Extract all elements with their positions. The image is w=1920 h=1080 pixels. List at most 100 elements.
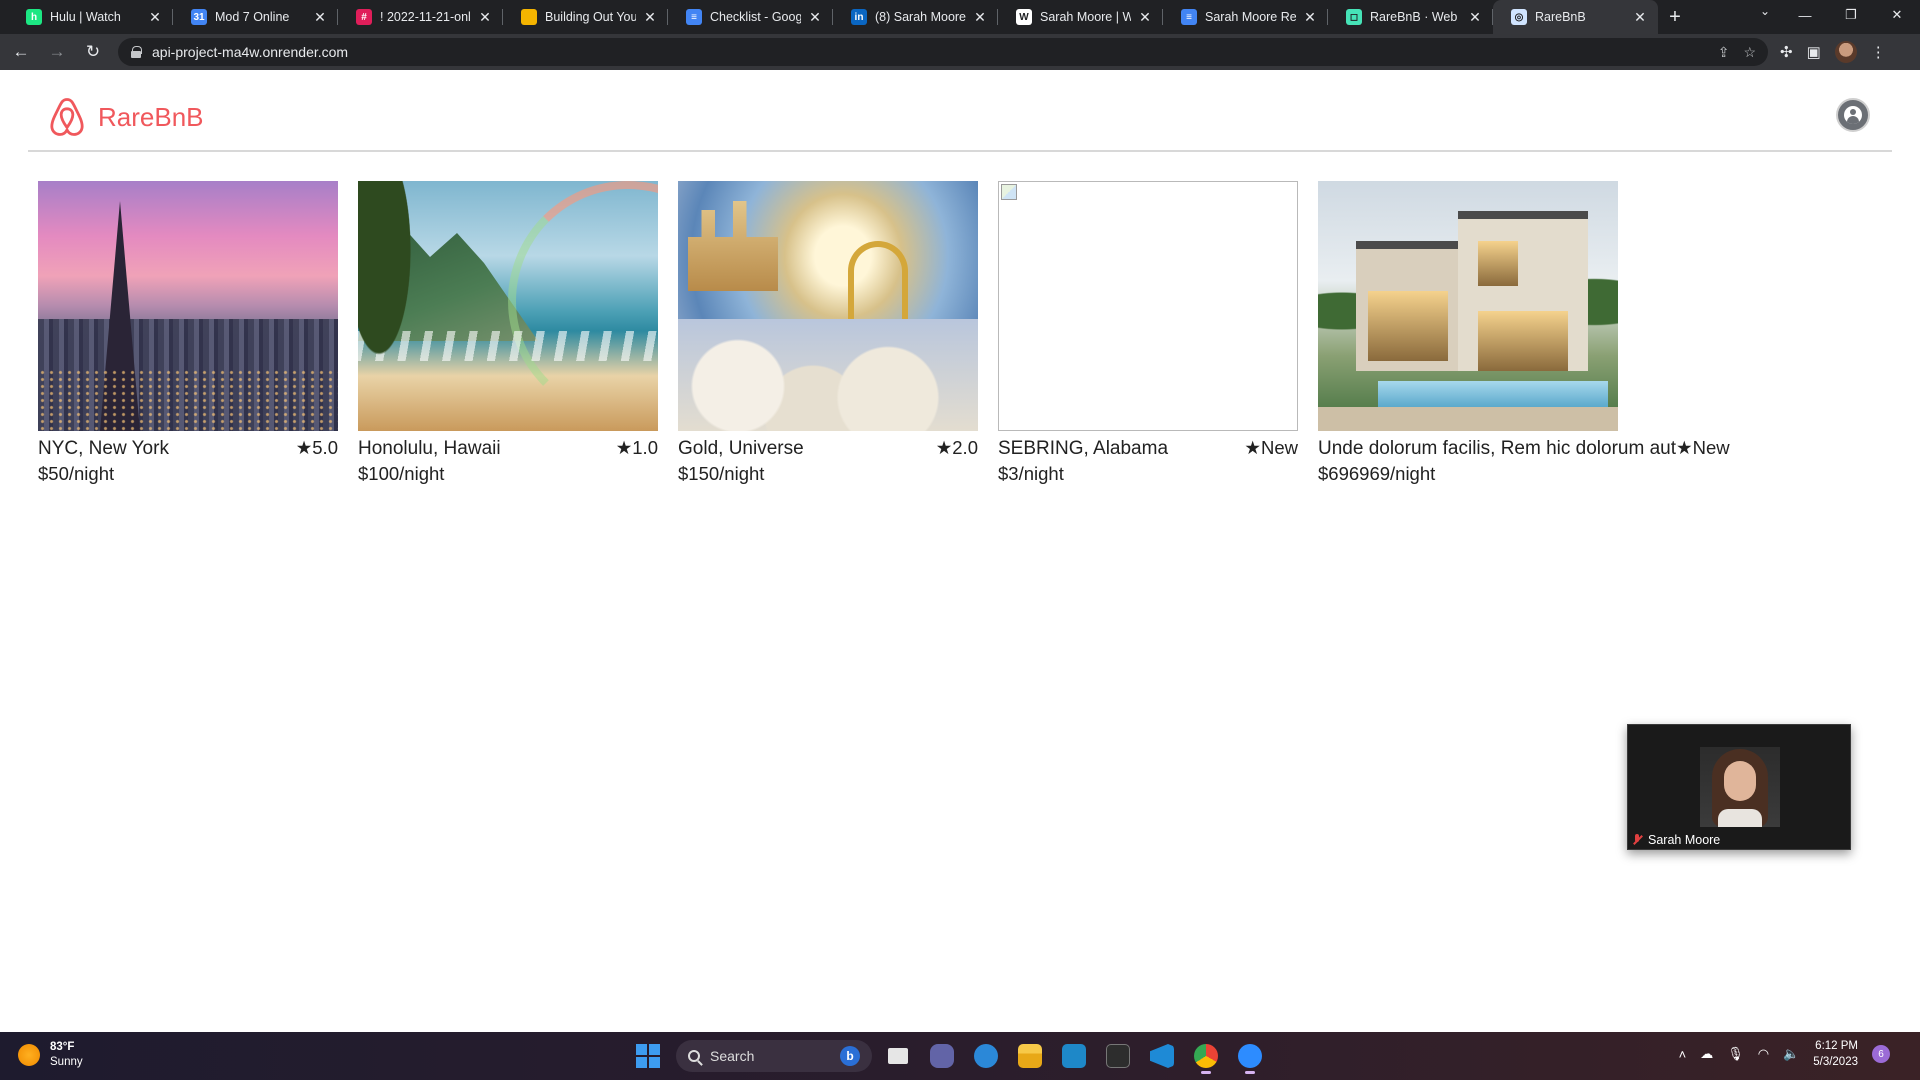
close-tab-icon[interactable]: ✕ <box>972 9 988 25</box>
listing-card[interactable]: NYC, New York ★5.0 $50/night <box>38 181 338 485</box>
slides-icon <box>521 9 537 25</box>
task-view-icon[interactable] <box>880 1038 916 1074</box>
listing-image[interactable] <box>38 181 338 431</box>
address-bar[interactable]: api-project-ma4w.onrender.com ⇪ ☆ <box>118 38 1768 66</box>
browser-tab-title: Sarah Moore Resu <box>1205 10 1296 24</box>
tab-search-icon[interactable]: ⌄ <box>1760 4 1770 18</box>
close-tab-icon[interactable]: ✕ <box>477 9 493 25</box>
browser-tab-title: Sarah Moore | Wel <box>1040 10 1131 24</box>
restore-icon[interactable]: ❐ <box>1828 0 1874 30</box>
browser-tab-title: RareBnB <box>1535 10 1586 24</box>
terminal-icon[interactable] <box>1100 1038 1136 1074</box>
volume-icon[interactable]: 🔈 <box>1783 1046 1799 1062</box>
taskbar-search[interactable]: Search b <box>676 1040 872 1072</box>
participant-name: Sarah Moore <box>1648 833 1721 847</box>
close-tab-icon[interactable]: ✕ <box>1467 9 1483 25</box>
browser-tab-title: Building Out Your <box>545 10 636 24</box>
browser-tab-title: Mod 7 Online <box>215 10 290 24</box>
weather-widget[interactable]: 83°F Sunny <box>18 1040 83 1070</box>
close-tab-icon[interactable]: ✕ <box>1302 9 1318 25</box>
browser-tab[interactable]: W Sarah Moore | Wel ✕ <box>998 0 1163 34</box>
broken-image-icon <box>1001 184 1017 200</box>
listing-rating: ★2.0 <box>935 437 978 458</box>
bookmark-star-icon[interactable]: ☆ <box>1743 44 1756 61</box>
listing-card[interactable]: Unde dolorum facilis, Rem hic dolorum au… <box>1318 181 1730 485</box>
browser-tab[interactable]: h Hulu | Watch ✕ <box>8 0 173 34</box>
listing-image[interactable] <box>678 181 978 431</box>
listing-image[interactable] <box>1318 181 1618 431</box>
browser-tab-title: ! 2022-11-21-onlin <box>380 10 471 24</box>
close-tab-icon[interactable]: ✕ <box>147 9 163 25</box>
mysql-workbench-icon[interactable] <box>1056 1038 1092 1074</box>
teams-chat-icon[interactable] <box>924 1038 960 1074</box>
extensions-icon[interactable]: ✣ <box>1780 43 1793 61</box>
new-tab-button[interactable]: + <box>1658 0 1692 34</box>
browser-menu-icon[interactable]: ⋮ <box>1871 43 1886 61</box>
forward-icon[interactable]: → <box>42 37 72 67</box>
brand-name[interactable]: RareBnB <box>98 102 204 133</box>
share-icon[interactable]: ⇪ <box>1718 44 1730 61</box>
user-icon <box>1844 106 1862 124</box>
side-panel-icon[interactable]: ▣ <box>1807 43 1821 61</box>
user-menu-button[interactable] <box>1836 98 1870 132</box>
listing-price: $696969/night <box>1318 463 1436 484</box>
window-controls: — ❐ ✕ <box>1782 0 1920 34</box>
show-hidden-icons-icon[interactable]: ˄ <box>1679 1047 1687 1062</box>
linkedin-icon: in <box>851 9 867 25</box>
wix-icon: W <box>1016 9 1032 25</box>
browser-tab[interactable]: ≡ Checklist - Google ✕ <box>668 0 833 34</box>
profile-avatar-icon[interactable] <box>1834 41 1857 63</box>
browser-tab-title: (8) Sarah Moore | L <box>875 10 966 24</box>
close-tab-icon[interactable]: ✕ <box>1137 9 1153 25</box>
sun-icon <box>18 1044 40 1066</box>
site-logo[interactable]: RareBnB <box>48 96 204 138</box>
listing-price: $100/night <box>358 463 445 484</box>
listing-card[interactable]: Honolulu, Hawaii ★1.0 $100/night <box>358 181 658 485</box>
close-tab-icon[interactable]: ✕ <box>312 9 328 25</box>
close-tab-icon[interactable]: ✕ <box>807 9 823 25</box>
taskbar-clock[interactable]: 6:12 PM 5/3/2023 <box>1813 1038 1858 1070</box>
listings-grid: NYC, New York ★5.0 $50/night Honolulu, H… <box>38 181 1730 485</box>
chrome-icon[interactable] <box>1188 1038 1224 1074</box>
lock-icon[interactable] <box>130 46 142 58</box>
browser-tab[interactable]: in (8) Sarah Moore | L ✕ <box>833 0 998 34</box>
browser-tab-title: RareBnB · Web Se <box>1370 10 1461 24</box>
microphone-icon[interactable]: 🎙 <box>1727 1046 1744 1062</box>
browser-tab[interactable]: ≡ Sarah Moore Resu ✕ <box>1163 0 1328 34</box>
listing-image[interactable] <box>358 181 658 431</box>
vscode-icon[interactable] <box>1144 1038 1180 1074</box>
browser-tab[interactable]: ◻ RareBnB · Web Se ✕ <box>1328 0 1493 34</box>
muted-mic-icon <box>1632 834 1642 846</box>
start-button[interactable] <box>636 1044 660 1068</box>
hulu-icon: h <box>26 9 42 25</box>
get-help-icon[interactable] <box>968 1038 1004 1074</box>
wifi-icon[interactable]: ◠ <box>1758 1046 1769 1062</box>
listing-rating: ★New <box>1244 437 1298 458</box>
browser-tab[interactable]: ◎ RareBnB ✕ <box>1493 0 1658 34</box>
zoom-video-tile[interactable]: Sarah Moore <box>1627 724 1851 850</box>
calendar-icon: 31 <box>191 9 207 25</box>
zoom-icon[interactable] <box>1232 1038 1268 1074</box>
browser-tab-title: Checklist - Google <box>710 10 801 24</box>
url-text[interactable]: api-project-ma4w.onrender.com <box>152 44 1704 60</box>
close-window-icon[interactable]: ✕ <box>1874 0 1920 30</box>
listing-card[interactable]: SEBRING, Alabama ★New $3/night <box>998 181 1298 485</box>
docs-icon: ≡ <box>686 9 702 25</box>
back-icon[interactable]: ← <box>6 37 36 67</box>
browser-tab[interactable]: Building Out Your ✕ <box>503 0 668 34</box>
minimize-icon[interactable]: — <box>1782 0 1828 30</box>
slack-icon: # <box>356 9 372 25</box>
rarebnb-logo-icon[interactable] <box>48 96 86 138</box>
listing-rating: ★5.0 <box>295 437 338 458</box>
listing-card[interactable]: Gold, Universe ★2.0 $150/night <box>678 181 978 485</box>
browser-tab[interactable]: 31 Mod 7 Online ✕ <box>173 0 338 34</box>
bing-icon[interactable]: b <box>840 1046 860 1066</box>
file-explorer-icon[interactable] <box>1012 1038 1048 1074</box>
onedrive-icon[interactable]: ☁ <box>1700 1046 1713 1062</box>
close-tab-icon[interactable]: ✕ <box>642 9 658 25</box>
reload-icon[interactable]: ↻ <box>78 37 108 67</box>
notification-badge[interactable]: 6 <box>1872 1045 1890 1063</box>
close-tab-icon[interactable]: ✕ <box>1632 9 1648 25</box>
listing-image[interactable] <box>998 181 1298 431</box>
browser-tab[interactable]: # ! 2022-11-21-onlin ✕ <box>338 0 503 34</box>
